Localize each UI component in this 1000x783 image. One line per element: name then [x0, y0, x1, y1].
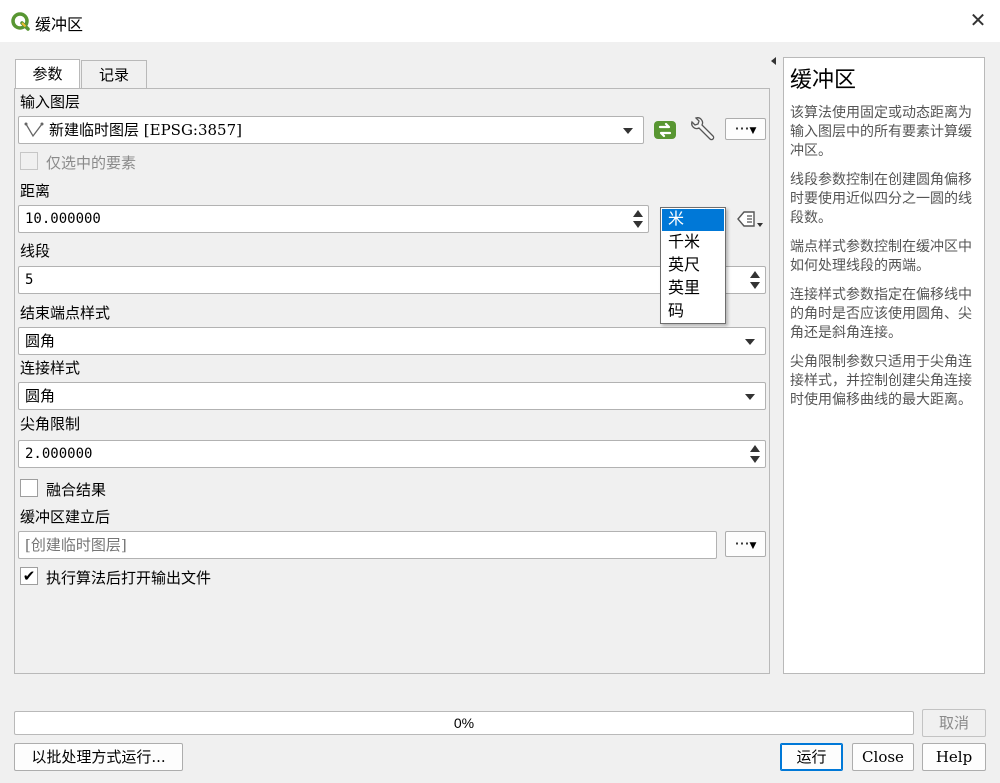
chevron-down-icon [745, 394, 755, 400]
input-layer-label: 输入图层 [20, 93, 81, 111]
distance-value: 10.000000 [25, 211, 101, 227]
end-cap-style-value: 圆角 [25, 332, 56, 350]
unit-option-meters[interactable]: 米 [662, 209, 724, 231]
distance-label: 距离 [20, 182, 51, 200]
segments-spinner[interactable] [747, 269, 763, 291]
close-button[interactable]: Close [852, 743, 914, 771]
segments-value: 5 [25, 272, 34, 288]
miter-limit-spinner[interactable] [747, 443, 763, 465]
input-layer-more-button[interactable]: ⋯▼ [725, 118, 766, 140]
input-layer-select[interactable]: 新建临时图层 [EPSG:3857] [18, 116, 644, 144]
close-icon[interactable]: ✕ [966, 8, 990, 32]
open-output-checkbox[interactable]: ✔ [20, 567, 38, 585]
help-panel: 缓冲区 该算法使用固定或动态距离为输入图层中的所有要素计算缓冲区。 线段参数控制… [783, 57, 985, 674]
join-style-select[interactable]: 圆角 [18, 382, 766, 410]
tab-parameters[interactable]: 参数 [15, 59, 80, 88]
run-button[interactable]: 运行 [780, 743, 843, 771]
unit-option-feet[interactable]: 英尺 [662, 255, 724, 277]
help-title: 缓冲区 [790, 68, 857, 93]
end-cap-style-select[interactable]: 圆角 [18, 327, 766, 355]
wrench-icon[interactable] [688, 116, 716, 144]
unit-option-yards[interactable]: 码 [662, 301, 724, 323]
miter-limit-input[interactable]: 2.000000 [18, 440, 766, 468]
distance-input[interactable]: 10.000000 [18, 205, 649, 233]
chevron-down-icon [745, 339, 755, 345]
progress-text: 0% [453, 715, 475, 731]
selected-only-checkbox[interactable] [20, 152, 38, 170]
join-style-label: 连接样式 [20, 359, 81, 377]
cancel-button[interactable]: 取消 [922, 709, 986, 737]
output-path-input[interactable] [18, 531, 717, 559]
dissolve-label: 融合结果 [46, 481, 107, 499]
miter-limit-label: 尖角限制 [20, 415, 81, 433]
help-paragraph: 端点样式参数控制在缓冲区中如何处理线段的两端。 [790, 239, 972, 274]
qgis-logo-icon [11, 12, 30, 31]
help-paragraph: 该算法使用固定或动态距离为输入图层中的所有要素计算缓冲区。 [790, 105, 972, 159]
open-output-label: 执行算法后打开输出文件 [46, 569, 212, 587]
distance-unit-dropdown: 米 千米 英尺 英里 码 [660, 207, 726, 324]
help-paragraph: 线段参数控制在创建圆角偏移时要使用近似四分之一圆的线段数。 [790, 172, 972, 226]
output-more-button[interactable]: ⋯▼ [725, 531, 766, 557]
dissolve-checkbox[interactable] [20, 479, 38, 497]
data-defined-icon[interactable] [734, 207, 766, 231]
progress-bar: 0% [14, 711, 914, 735]
miter-limit-value: 2.000000 [25, 446, 93, 462]
end-cap-style-label: 结束端点样式 [20, 304, 111, 322]
output-label: 缓冲区建立后 [20, 508, 111, 526]
help-paragraph: 尖角限制参数只适用于尖角连接样式，并控制创建尖角连接时使用偏移曲线的最大距离。 [790, 354, 972, 408]
segments-label: 线段 [20, 242, 51, 260]
batch-process-button[interactable]: 以批处理方式运行... [14, 743, 183, 771]
unit-option-kilometers[interactable]: 千米 [662, 232, 724, 254]
help-button[interactable]: Help [922, 743, 986, 771]
line-layer-icon [24, 122, 44, 138]
distance-spinner[interactable] [630, 208, 646, 230]
unit-option-miles[interactable]: 英里 [662, 278, 724, 300]
join-style-value: 圆角 [25, 387, 56, 405]
help-collapse-icon[interactable] [771, 57, 776, 65]
selected-only-label: 仅选中的要素 [46, 154, 137, 172]
title-bar [0, 0, 1000, 42]
help-paragraph: 连接样式参数指定在偏移线中的角时是否应该使用圆角、尖角还是斜角连接。 [790, 287, 972, 341]
window-title: 缓冲区 [35, 15, 84, 34]
iterate-icon[interactable] [652, 118, 678, 142]
segments-input[interactable]: 5 [18, 266, 766, 294]
chevron-down-icon [623, 128, 633, 134]
tab-log[interactable]: 记录 [81, 60, 147, 88]
input-layer-value: 新建临时图层 [EPSG:3857] [49, 121, 243, 139]
